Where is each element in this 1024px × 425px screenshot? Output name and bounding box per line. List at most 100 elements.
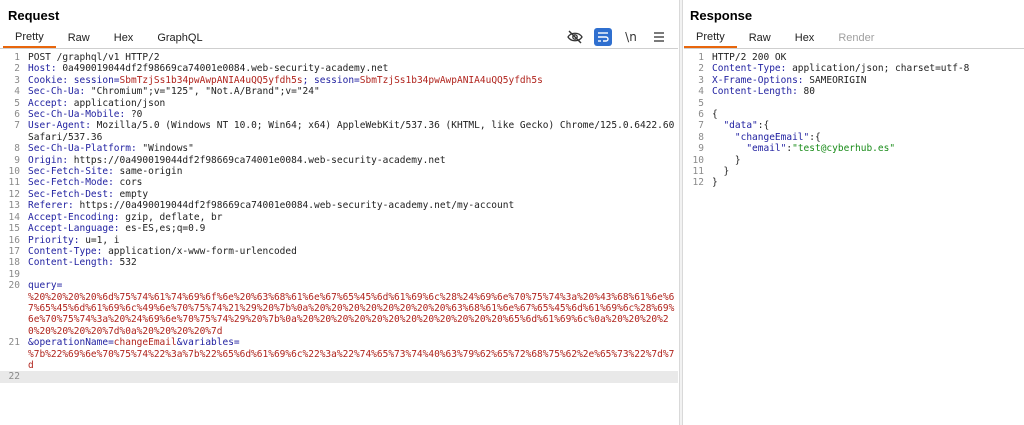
json-brace: } — [712, 177, 718, 189]
response-title: Response — [690, 8, 753, 23]
code-line: 11 Sec-Fetch-Mode: cors — [0, 177, 678, 188]
line-number: 5 — [698, 97, 704, 109]
header-name: Accept-Encoding: — [28, 211, 120, 223]
json-brace: { — [712, 109, 718, 121]
code-line: 6{ — [684, 109, 1024, 120]
body-param-value: %20%20%20%20%6d%75%74%61%74%69%6f%6e%20%… — [28, 291, 675, 337]
body-param-name: query= — [28, 280, 63, 292]
code-line: 20 query= %20%20%20%20%6d%75%74%61%74%69%6… — [0, 280, 678, 337]
header-value: application/json — [68, 97, 166, 109]
line-number: 15 — [8, 223, 20, 235]
request-toolbar: \n — [566, 28, 668, 46]
json-key: "data" — [723, 120, 758, 132]
header-value: cors — [113, 177, 143, 189]
line-number: 9 — [14, 154, 20, 166]
header-value: https://0a490019044df2f98669ca74001e0084… — [68, 154, 446, 166]
header-value: SAMEORIGIN — [803, 74, 867, 86]
code-line: 3 X-Frame-Options: SAMEORIGIN — [684, 75, 1024, 86]
line-number: 3 — [14, 74, 20, 86]
request-tab-raw[interactable]: Raw — [56, 32, 102, 48]
line-number: 21 — [8, 337, 20, 349]
header-name: Referer: — [28, 200, 74, 212]
header-name: Origin: — [28, 154, 69, 166]
response-tabbar: Pretty Raw Hex Render — [684, 26, 1024, 49]
header-name: Sec-Ch-Ua: — [28, 86, 86, 98]
line-number: 10 — [8, 166, 20, 178]
request-editor[interactable]: 1 POST /graphql/v1 HTTP/2 2 Host: 0a490019… — [0, 52, 678, 425]
code-line: 9 "email":"test@cyberhub.es" — [684, 143, 1024, 154]
line-number: 22 — [8, 371, 20, 383]
body-param-name: &operationName= — [28, 337, 114, 349]
code-line: 5 Accept: application/json — [0, 98, 678, 109]
header-value: 532 — [113, 257, 137, 269]
header-name: Content-Type: — [712, 63, 787, 75]
json-key: "email" — [746, 143, 787, 155]
header-value: 80 — [797, 86, 815, 98]
request-pane: Request Pretty Raw Hex GraphQL \n 1 POST … — [0, 0, 678, 425]
cookie-name: session= — [68, 74, 120, 86]
eye-slash-icon[interactable] — [566, 28, 584, 46]
response-pane: Response Pretty Raw Hex Render 1 HTTP/2 2… — [684, 0, 1024, 425]
header-value: ?0 — [125, 109, 143, 121]
code-line: 5 — [684, 98, 1024, 109]
header-value: https://0a490019044df2f98669ca74001e0084… — [73, 200, 515, 212]
body-param-name: &variables= — [176, 337, 240, 349]
code-line: 2 Content-Type: application/json; charset… — [684, 63, 1024, 74]
newline-icon[interactable]: \n — [622, 28, 640, 46]
response-tab-raw[interactable]: Raw — [737, 32, 783, 48]
line-number: 1 — [14, 52, 20, 63]
header-name: Priority: — [28, 234, 80, 246]
response-tab-pretty[interactable]: Pretty — [684, 31, 737, 48]
header-name: Sec-Ch-Ua-Platform: — [28, 143, 137, 155]
header-value: "Windows" — [136, 143, 194, 155]
code-line: 13 Referer: https://0a490019044df2f98669c… — [0, 200, 678, 211]
code-line: 7 User-Agent: Mozilla/5.0 (Windows NT 10.… — [0, 120, 678, 143]
line-number: 9 — [698, 143, 704, 155]
line-number: 6 — [698, 109, 704, 121]
line-number: 13 — [8, 200, 20, 212]
code-line: 14 Accept-Encoding: gzip, deflate, br — [0, 212, 678, 223]
code-line: 7 "data":{ — [684, 120, 1024, 131]
header-name: Sec-Ch-Ua-Mobile: — [28, 109, 126, 121]
code-line: 1 HTTP/2 200 OK — [684, 52, 1024, 63]
line-number: 2 — [698, 63, 704, 75]
request-tab-hex[interactable]: Hex — [102, 32, 146, 48]
header-value: gzip, deflate, br — [119, 211, 223, 223]
header-name: Sec-Fetch-Dest: — [28, 188, 114, 200]
header-value: empty — [113, 188, 149, 200]
code-line: 4 Content-Length: 80 — [684, 86, 1024, 97]
line-number: 6 — [14, 109, 20, 121]
header-name: Content-Length: — [712, 86, 798, 98]
line-number: 10 — [692, 154, 704, 166]
request-tab-pretty[interactable]: Pretty — [3, 31, 56, 48]
response-tab-hex[interactable]: Hex — [783, 32, 827, 48]
line-number: 3 — [698, 74, 704, 86]
code-line: 21 &operationName=changeEmail&variables=%… — [0, 337, 678, 371]
status-line: HTTP/2 200 OK — [712, 52, 787, 63]
json-punct: :{ — [809, 131, 821, 143]
header-value: "Chromium";v="125", "Not.A/Brand";v="24" — [85, 86, 320, 98]
header-name: Content-Length: — [28, 257, 114, 269]
body-param-value: changeEmail — [113, 337, 177, 349]
code-line: 18 Content-Length: 532 — [0, 257, 678, 268]
header-name: X-Frame-Options: — [712, 74, 804, 86]
header-value: Mozilla/5.0 (Windows NT 10.0; Win64; x64… — [28, 120, 675, 143]
line-number: 19 — [8, 268, 20, 280]
line-number: 2 — [14, 63, 20, 75]
line-number: 7 — [14, 120, 20, 132]
header-name: Accept: — [28, 97, 69, 109]
response-editor[interactable]: 1 HTTP/2 200 OK 2 Content-Type: applicatio… — [684, 52, 1024, 425]
code-line: 8 Sec-Ch-Ua-Platform: "Windows" — [0, 143, 678, 154]
header-value: same-origin — [113, 166, 183, 178]
json-string: "test@cyberhub.es" — [792, 143, 896, 155]
cookie-name: ; session= — [302, 74, 360, 86]
menu-icon[interactable] — [650, 28, 668, 46]
code-line: 8 "changeEmail":{ — [684, 132, 1024, 143]
body-param-value: %7b%22%69%6e%70%75%74%22%3a%7b%22%65%6d%… — [28, 348, 675, 371]
pane-splitter[interactable] — [679, 0, 683, 425]
request-tab-graphql[interactable]: GraphQL — [145, 32, 214, 48]
line-number: 16 — [8, 234, 20, 246]
json-punct: :{ — [757, 120, 770, 132]
code-line-current: 22 — [0, 371, 678, 383]
wrap-icon[interactable] — [594, 28, 612, 46]
